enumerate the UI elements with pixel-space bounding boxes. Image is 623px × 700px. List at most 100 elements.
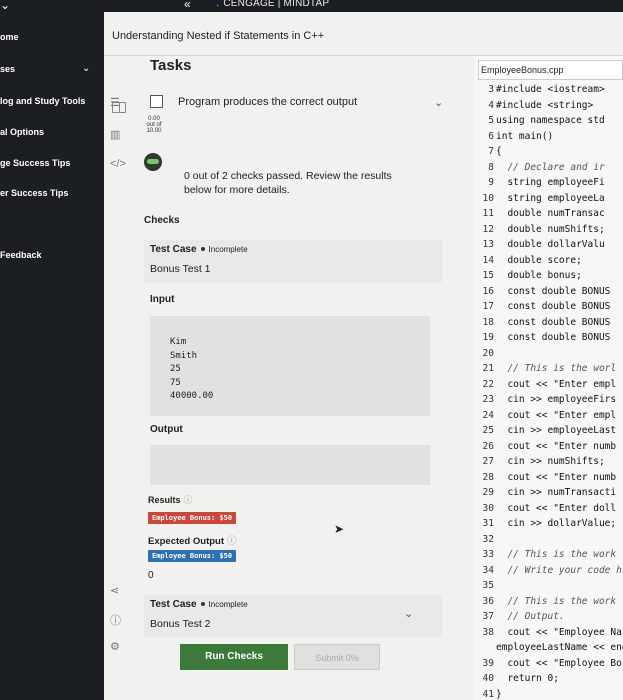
results-label: Results ⓘ [148, 495, 193, 505]
code-line[interactable]: #include <iostream> [496, 82, 623, 98]
code-line[interactable]: double score; [496, 253, 623, 269]
test-case-header[interactable]: Test Case Incomplete [144, 240, 442, 259]
help-circle-icon[interactable]: ⓘ [227, 536, 237, 547]
line-number: 7 [488, 146, 494, 157]
code-icon[interactable]: </> [110, 158, 126, 170]
input-line: Smith [170, 350, 198, 361]
chevron-down-icon[interactable]: ⌄ [434, 96, 443, 109]
test-case-name: Bonus Test 1 [150, 263, 211, 275]
file-tab[interactable]: EmployeeBonus.cpp [478, 60, 623, 80]
code-line[interactable] [496, 532, 623, 548]
line-number: 13 [482, 239, 494, 250]
nav-item-options[interactable]: al Options [0, 127, 44, 137]
code-line[interactable]: // Declare and ir [496, 160, 623, 176]
code-line[interactable]: // This is the work [496, 594, 623, 610]
input-line: 40000.00 [170, 391, 214, 401]
line-number: 10 [482, 192, 494, 204]
code-line[interactable]: const double BONUS [496, 299, 623, 315]
nav-item-success-tips[interactable]: ge Success Tips [0, 158, 70, 168]
collapse-double-chevron-icon[interactable]: « [184, 0, 191, 11]
output-value: 0 [148, 570, 154, 581]
task-item[interactable]: Program produces the correct output ⌄ [144, 90, 474, 118]
test-case-header[interactable]: Test Case Incomplete [144, 595, 442, 614]
help-circle-icon[interactable]: ⓘ [184, 495, 193, 505]
code-line[interactable]: const double BONUS [496, 330, 623, 346]
code-line[interactable]: // Write your code h [496, 563, 623, 579]
task-checkbox[interactable] [150, 95, 163, 108]
code-line[interactable]: // Output. [496, 609, 623, 625]
settings-icon[interactable]: ⚙ [110, 640, 120, 653]
line-number: 19 [482, 332, 494, 343]
code-line[interactable]: double dollarValu [496, 237, 623, 253]
code-line[interactable]: // This is the work [496, 547, 623, 563]
code-line[interactable]: { [496, 144, 623, 160]
code-line[interactable]: cout << "Enter doll [496, 501, 623, 517]
list-icon[interactable]: ☰ [110, 96, 120, 109]
code-line[interactable]: double numTransac [496, 206, 623, 222]
activity-icon-rail: ☰ ▥ </> ⋖ ⓘ ⚙ [104, 56, 134, 700]
code-line[interactable]: double bonus; [496, 268, 623, 284]
code-line[interactable]: cin >> employeeFirs [496, 392, 623, 408]
chevron-down-icon[interactable]: ⌄ [82, 63, 90, 74]
score-max: 10.00 [146, 128, 162, 134]
code-line[interactable]: cout << "Employee Bor [496, 656, 623, 672]
code-line[interactable]: const double BONUS [496, 284, 623, 300]
nav-item-home[interactable]: ome [0, 32, 19, 42]
code-line[interactable]: cout << "Enter empl [496, 408, 623, 424]
code-line[interactable]: cin >> numShifts; [496, 454, 623, 470]
code-line[interactable]: employeeLastName << endl [496, 640, 623, 656]
task-score: 0.00 out of 10.00 [142, 116, 166, 134]
line-number: 17 [482, 301, 494, 312]
input-block: Kim Smith 25 75 40000.00 [150, 316, 430, 416]
code-line[interactable]: cout << "Enter numb [496, 470, 623, 486]
chart-icon[interactable]: ▥ [110, 128, 120, 141]
nav-item-career-success-tips[interactable]: er Success Tips [0, 188, 68, 198]
code-line[interactable] [496, 578, 623, 594]
chevron-down-icon[interactable]: ⌄ [404, 607, 413, 620]
code-line[interactable]: cin >> numTransacti [496, 485, 623, 501]
code-line[interactable]: cout << "Employee Nar [496, 625, 623, 641]
code-line[interactable]: string employeeFi [496, 175, 623, 191]
code-line[interactable]: string employeeLa [496, 191, 623, 207]
code-line[interactable]: double numShifts; [496, 222, 623, 238]
input-line: 75 [170, 377, 181, 388]
code-line[interactable]: // This is the worl [496, 361, 623, 377]
code-line[interactable]: cin >> employeeLast [496, 423, 623, 439]
code-line[interactable]: #include <string> [496, 98, 623, 114]
code-line[interactable] [496, 346, 623, 362]
line-number: 28 [482, 471, 494, 483]
code-line[interactable]: cout << "Enter empl [496, 377, 623, 393]
code-area[interactable]: #include <iostream> #include <string> usin… [496, 82, 623, 700]
test-case-2[interactable]: Test Case Incomplete Bonus Test 2 ⌄ [144, 595, 442, 637]
code-line[interactable]: cin >> dollarValue; [496, 516, 623, 532]
line-number: 39 [482, 657, 494, 669]
code-line[interactable]: cout << "Enter numb [496, 439, 623, 455]
line-number: 14 [482, 254, 494, 266]
help-icon[interactable]: ⓘ [110, 612, 121, 628]
test-case-title: Test Case [150, 244, 197, 255]
submit-button[interactable]: Submit 0% [294, 644, 380, 670]
line-number-gutter: 3 4 5 6 7 8 9 10 11 12 13 14 15 16 17 18 19 20 21 22 23 24 25 2… [476, 82, 494, 700]
code-line[interactable]: using namespace std [496, 113, 623, 129]
code-line[interactable]: int main() [496, 129, 623, 145]
line-number: 8 [488, 161, 494, 173]
code-line[interactable]: const double BONUS [496, 315, 623, 331]
line-number: 33 [482, 549, 494, 560]
share-icon[interactable]: ⋖ [110, 584, 119, 597]
line-number: 31 [482, 518, 494, 529]
code-line[interactable]: } [496, 687, 623, 700]
nav-item-feedback[interactable]: Feedback [0, 250, 42, 260]
test-case-1[interactable]: Test Case Incomplete Bonus Test 1 [144, 240, 442, 283]
nav-item-study-tools[interactable]: log and Study Tools [0, 96, 85, 106]
run-checks-button[interactable]: Run Checks [180, 644, 288, 670]
line-number: 41 [482, 688, 494, 700]
code-line[interactable]: return 0; [496, 671, 623, 687]
nav-item-courses[interactable]: ses [0, 64, 15, 74]
line-number: 23 [482, 394, 494, 405]
code-editor[interactable]: EmployeeBonus.cpp 3 4 5 6 7 8 9 10 11 12 13 14 15 16 1… [474, 56, 623, 700]
line-number: 15 [482, 270, 494, 281]
line-number: 3 [488, 84, 494, 95]
page-title: Understanding Nested if Statements in C+… [112, 30, 325, 42]
line-number: 30 [482, 502, 494, 514]
chevron-down-icon[interactable]: ⌄ [0, 0, 10, 12]
